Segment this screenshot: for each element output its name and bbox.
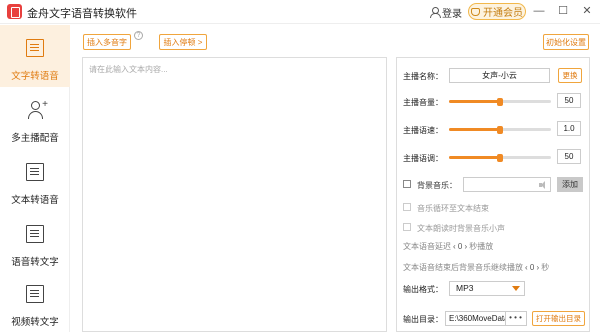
- title-bar: 金舟文字语音转换软件 登录 开通会员 — ☐ ✕: [0, 0, 600, 24]
- open-dir-button[interactable]: 打开输出目录: [532, 311, 585, 326]
- lower-bgm-checkbox[interactable]: [403, 223, 411, 231]
- volume-slider[interactable]: [449, 97, 551, 106]
- chevron-down-icon: [512, 286, 520, 291]
- user-icon: [430, 7, 441, 18]
- bgm-label: 背景音乐：: [417, 181, 457, 190]
- browse-dir-button[interactable]: • • •: [505, 311, 527, 326]
- text-to-speech-icon: [26, 39, 44, 57]
- speed-slider-handle[interactable]: [497, 125, 503, 134]
- delay-prefix: 文本语音延迟: [403, 242, 451, 251]
- change-anchor-button[interactable]: 更换: [558, 68, 582, 83]
- sidebar-item-label: 文本转语音: [11, 195, 59, 206]
- document-icon: [26, 163, 44, 181]
- vip-label: 开通会员: [483, 8, 523, 19]
- sidebar-item-speech-to-text[interactable]: 语音转文字: [0, 211, 70, 273]
- sidebar-item-label: 语音转文字: [11, 257, 59, 268]
- add-bgm-button[interactable]: 添加: [557, 177, 583, 192]
- video-to-text-icon: [26, 285, 44, 303]
- crown-icon: [471, 7, 480, 16]
- insert-pause-button[interactable]: 插入停顿 >: [159, 34, 207, 50]
- anchor-label: 主播名称：: [403, 72, 443, 81]
- loop-label: 音乐循环至文本结束: [417, 204, 489, 213]
- sidebar-item-label: 多主播配音: [11, 133, 59, 144]
- app-logo-icon: [7, 4, 22, 19]
- sidebar: 文字转语音 + 多主播配音 文本转语音 语音转文字 视频转文字: [0, 25, 70, 332]
- pitch-label: 主播语调：: [403, 154, 443, 163]
- pitch-slider[interactable]: [449, 153, 551, 162]
- sidebar-item-label: 视频转文字: [11, 317, 59, 328]
- continue-stepper[interactable]: ‹ 0 ›: [525, 263, 539, 272]
- format-select[interactable]: MP3: [449, 281, 525, 296]
- insert-multi-voice-button[interactable]: 插入多音字: [83, 34, 131, 50]
- speed-slider-fill: [449, 128, 500, 131]
- pitch-slider-handle[interactable]: [497, 153, 503, 162]
- maximize-icon[interactable]: ☐: [556, 4, 570, 18]
- speed-input[interactable]: 1.0: [557, 121, 581, 136]
- pitch-input[interactable]: 50: [557, 149, 581, 164]
- help-icon[interactable]: ?: [134, 31, 143, 40]
- speed-slider[interactable]: [449, 125, 551, 134]
- continue-row: 文本语音结束后背景音乐继续播放 ‹ 0 › 秒: [403, 262, 549, 273]
- delay-suffix: 秒播放: [469, 242, 494, 251]
- loop-checkbox[interactable]: [403, 203, 411, 211]
- volume-label: 主播音量：: [403, 98, 443, 107]
- dir-label: 输出目录：: [403, 315, 443, 324]
- output-dir-field[interactable]: E:\360MoveData: [445, 311, 506, 326]
- continue-suffix: 秒: [541, 263, 550, 272]
- pitch-slider-fill: [449, 156, 500, 159]
- app-title: 金舟文字语音转换软件: [27, 8, 137, 20]
- format-value: MP3: [456, 283, 474, 293]
- speed-label: 主播语速：: [403, 126, 443, 135]
- volume-input[interactable]: 50: [557, 93, 581, 108]
- sidebar-item-file-to-speech[interactable]: 文本转语音: [0, 149, 70, 211]
- sidebar-item-multi-anchor[interactable]: + 多主播配音: [0, 87, 70, 149]
- text-input[interactable]: 请在此输入文本内容...: [82, 57, 387, 332]
- continue-prefix: 文本语音结束后背景音乐继续播放: [403, 263, 523, 272]
- add-person-icon: +: [26, 100, 48, 119]
- anchor-name-field[interactable]: 女声-小云: [449, 68, 550, 83]
- vip-button[interactable]: 开通会员: [468, 3, 526, 20]
- speaker-icon: [539, 181, 547, 189]
- delay-stepper[interactable]: ‹ 0 ›: [453, 242, 467, 251]
- settings-panel: 主播名称： 女声-小云 更换 主播音量： 50 主播语速： 1.0 主播语调： …: [396, 57, 590, 332]
- sidebar-item-label: 文字转语音: [11, 71, 59, 82]
- login-label: 登录: [442, 9, 462, 20]
- speech-to-text-icon: [26, 225, 44, 243]
- delay-row: 文本语音延迟 ‹ 0 › 秒播放: [403, 241, 493, 252]
- lower-bgm-label: 文本朗读时背景音乐小声: [417, 224, 505, 233]
- bgm-checkbox[interactable]: [403, 180, 411, 188]
- reset-settings-button[interactable]: 初始化设置: [543, 34, 589, 50]
- close-icon[interactable]: ✕: [580, 4, 594, 18]
- login-button[interactable]: 登录: [430, 5, 462, 20]
- sidebar-item-text-to-speech[interactable]: 文字转语音: [0, 25, 70, 87]
- bgm-file-field[interactable]: [463, 177, 551, 192]
- format-label: 输出格式：: [403, 285, 443, 294]
- volume-slider-handle[interactable]: [497, 97, 503, 106]
- sidebar-item-video-to-text[interactable]: 视频转文字: [0, 271, 70, 332]
- minimize-icon[interactable]: —: [532, 4, 546, 18]
- volume-slider-fill: [449, 100, 500, 103]
